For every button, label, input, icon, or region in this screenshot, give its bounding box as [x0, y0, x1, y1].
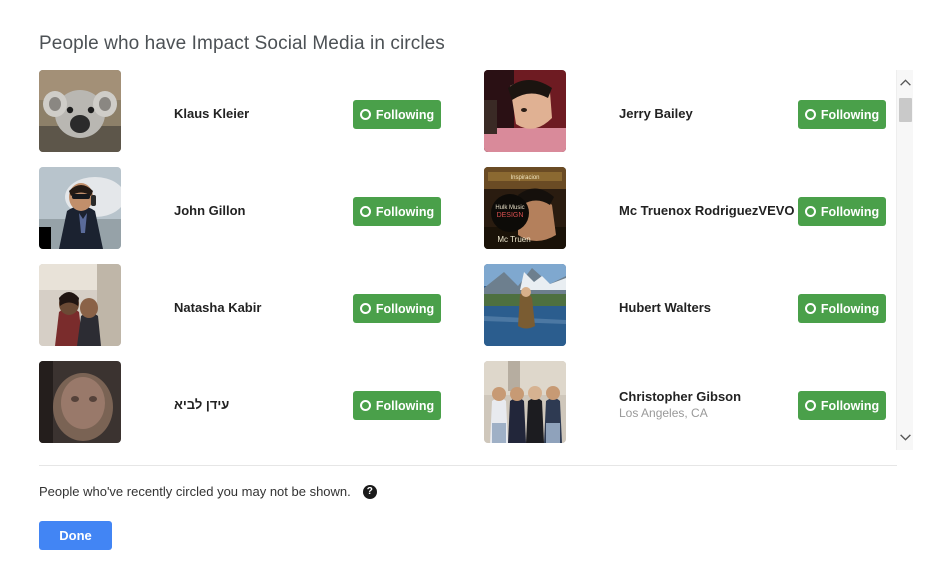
- circle-ring-icon: [359, 109, 371, 120]
- person-text: Natasha Kabir: [174, 300, 261, 315]
- following-button[interactable]: Following: [798, 197, 886, 226]
- footer-note-text: People who've recently circled you may n…: [39, 484, 351, 499]
- avatar[interactable]: [484, 264, 566, 346]
- person-name[interactable]: עידן לביא: [174, 397, 229, 412]
- person-row: עידן לביא Following: [39, 361, 484, 458]
- person-name[interactable]: Mc Truenox RodriguezVEVO: [619, 203, 795, 218]
- svg-text:Mc Truen: Mc Truen: [497, 235, 530, 244]
- circle-ring-icon: [804, 109, 816, 120]
- following-button[interactable]: Following: [353, 100, 441, 129]
- following-button-label: Following: [820, 204, 880, 219]
- person-text: Mc Truenox RodriguezVEVO: [619, 203, 795, 218]
- avatar[interactable]: [39, 167, 121, 249]
- circle-ring-icon: [804, 400, 816, 411]
- following-button[interactable]: Following: [798, 100, 886, 129]
- person-row: Hubert Walters Following: [484, 264, 886, 361]
- avatar[interactable]: [484, 70, 566, 152]
- person-row: Christopher Gibson Los Angeles, CA Followi…: [484, 361, 886, 458]
- following-button[interactable]: Following: [353, 294, 441, 323]
- person-name[interactable]: Hubert Walters: [619, 300, 711, 315]
- avatar[interactable]: [39, 361, 121, 443]
- person-row: Jerry Bailey Following: [484, 70, 886, 167]
- following-button-label: Following: [375, 204, 435, 219]
- circle-ring-icon: [804, 206, 816, 217]
- scrollbar-thumb[interactable]: [899, 98, 912, 122]
- svg-text:Hulk Music: Hulk Music: [495, 205, 524, 211]
- avatar[interactable]: [484, 361, 566, 443]
- person-text: Jerry Bailey: [619, 106, 693, 121]
- circle-ring-icon: [359, 303, 371, 314]
- avatar[interactable]: [39, 70, 121, 152]
- person-text: עידן לביא: [174, 397, 229, 412]
- chevron-down-icon: [900, 434, 911, 441]
- circle-ring-icon: [804, 303, 816, 314]
- following-button-label: Following: [375, 301, 435, 316]
- circles-dialog: People who have Impact Social Media in c…: [0, 0, 948, 584]
- person-row: Klaus Kleier Following: [39, 70, 484, 167]
- circle-ring-icon: [359, 400, 371, 411]
- page-title: People who have Impact Social Media in c…: [39, 33, 445, 54]
- person-text: Christopher Gibson Los Angeles, CA: [619, 389, 741, 421]
- person-name[interactable]: Jerry Bailey: [619, 106, 693, 121]
- list-scrollbar[interactable]: [896, 70, 913, 450]
- avatar[interactable]: [39, 264, 121, 346]
- circle-ring-icon: [359, 206, 371, 217]
- people-grid: Klaus Kleier Following Jerry Bailey Followi…: [39, 70, 886, 458]
- following-button-label: Following: [375, 107, 435, 122]
- following-button[interactable]: Following: [353, 391, 441, 420]
- footer-divider: [39, 465, 897, 466]
- svg-text:DESIGN: DESIGN: [497, 212, 524, 219]
- person-name[interactable]: John Gillon: [174, 203, 246, 218]
- person-location: Los Angeles, CA: [619, 406, 708, 420]
- following-button-label: Following: [820, 107, 880, 122]
- person-text: Hubert Walters: [619, 300, 711, 315]
- following-button[interactable]: Following: [798, 294, 886, 323]
- footer-note: People who've recently circled you may n…: [39, 484, 377, 499]
- person-name[interactable]: Natasha Kabir: [174, 300, 261, 315]
- person-text: John Gillon: [174, 203, 246, 218]
- following-button-label: Following: [820, 398, 880, 413]
- person-row: John Gillon Following: [39, 167, 484, 264]
- following-button[interactable]: Following: [353, 197, 441, 226]
- avatar[interactable]: Hulk Music DESIGN Inspiracion Mc Truen: [484, 167, 566, 249]
- chevron-up-icon: [900, 79, 911, 86]
- person-row: Natasha Kabir Following: [39, 264, 484, 361]
- following-button[interactable]: Following: [798, 391, 886, 420]
- following-button-label: Following: [375, 398, 435, 413]
- done-button[interactable]: Done: [39, 521, 112, 550]
- scroll-down-button[interactable]: [897, 429, 914, 446]
- svg-text:Inspiracion: Inspiracion: [510, 175, 539, 181]
- person-row: Hulk Music DESIGN Inspiracion Mc Truen Mc Tr…: [484, 167, 886, 264]
- person-name[interactable]: Klaus Kleier: [174, 106, 249, 121]
- scroll-up-button[interactable]: [897, 74, 914, 91]
- person-name[interactable]: Christopher Gibson: [619, 389, 741, 404]
- following-button-label: Following: [820, 301, 880, 316]
- help-question-icon[interactable]: ?: [362, 484, 377, 499]
- people-list-area: Klaus Kleier Following Jerry Bailey Followi…: [39, 70, 913, 455]
- person-text: Klaus Kleier: [174, 106, 249, 121]
